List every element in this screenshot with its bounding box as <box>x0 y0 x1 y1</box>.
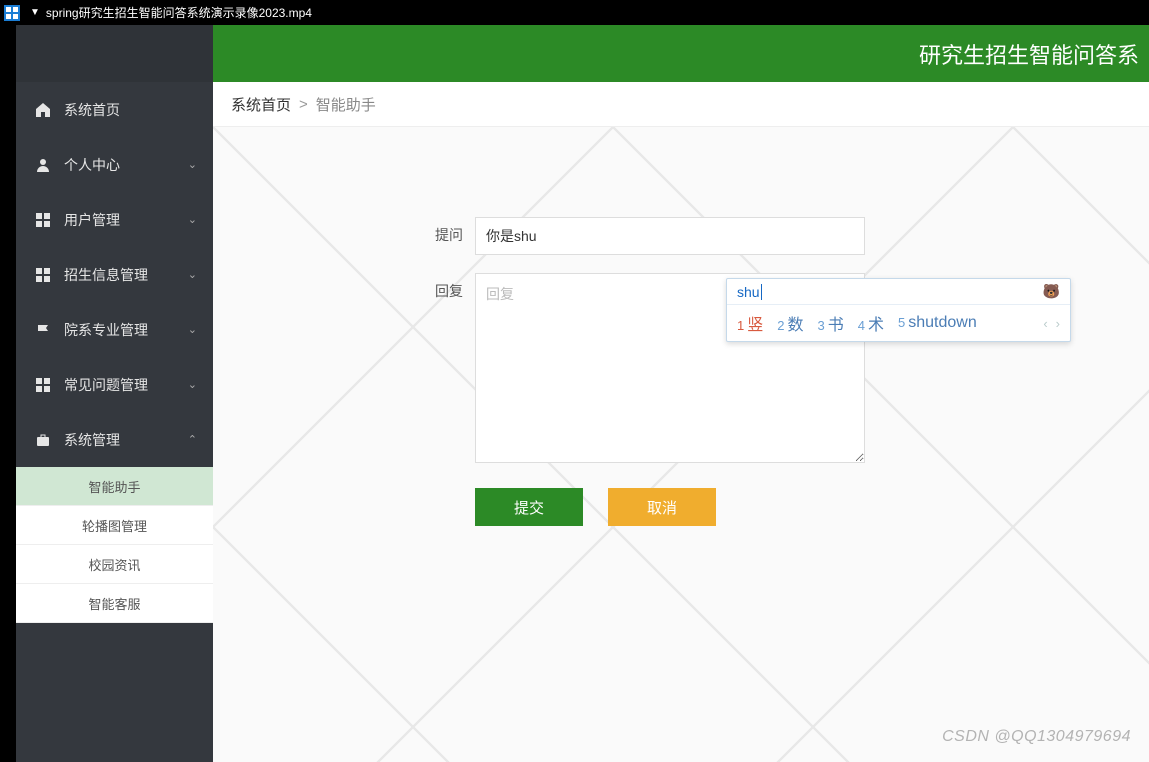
sidebar-item-personal[interactable]: 个人中心 ⌄ <box>16 137 213 192</box>
grid-icon <box>34 213 52 227</box>
ime-candidate-2[interactable]: 2数 <box>777 311 803 335</box>
ime-candidate-3[interactable]: 3书 <box>818 311 844 335</box>
breadcrumb-current: 智能助手 <box>316 94 376 115</box>
sidebar-item-users[interactable]: 用户管理 ⌄ <box>16 192 213 247</box>
submit-button[interactable]: 提交 <box>475 488 583 526</box>
chevron-down-icon: ⌄ <box>188 268 197 281</box>
sidebar-item-admission[interactable]: 招生信息管理 ⌄ <box>16 247 213 302</box>
ime-candidates: 1竖 2数 3书 4术 5shutdown ‹ › <box>727 305 1070 341</box>
content-area: 提问 回复 提交 取消 <box>213 127 1149 762</box>
sidebar-item-home[interactable]: 系统首页 <box>16 82 213 137</box>
header-title: 研究生招生智能问答系 <box>919 38 1139 70</box>
window-title: spring研究生招生智能问答系统演示录像2023.mp4 <box>46 4 312 21</box>
ime-typed-text: shu <box>737 284 762 300</box>
watermark: CSDN @QQ1304979694 <box>942 728 1131 746</box>
page-header: 研究生招生智能问答系 <box>213 25 1149 82</box>
flag-icon <box>34 323 52 337</box>
sidebar-item-label: 个人中心 <box>64 155 120 175</box>
sidebar-item-system[interactable]: 系统管理 ⌃ <box>16 412 213 467</box>
ime-candidate-4[interactable]: 4术 <box>858 311 884 335</box>
grid-icon <box>34 378 52 392</box>
chevron-down-icon: ⌄ <box>188 158 197 171</box>
submenu-item-carousel[interactable]: 轮播图管理 <box>16 506 213 545</box>
breadcrumb-root[interactable]: 系统首页 <box>231 94 291 115</box>
chevron-up-icon: ⌃ <box>188 433 197 446</box>
chevron-down-icon: ⌄ <box>188 323 197 336</box>
answer-label: 回复 <box>413 273 463 468</box>
ime-next-icon[interactable]: › <box>1056 316 1060 331</box>
ime-logo-icon: 🐻 <box>1043 283 1060 300</box>
main-area: 研究生招生智能问答系 系统首页 > 智能助手 提问 回复 提交 取消 <box>213 25 1149 762</box>
sidebar-submenu: 智能助手 轮播图管理 校园资讯 智能客服 <box>16 467 213 623</box>
titlebar-dropdown-icon[interactable]: ▼ <box>30 7 40 18</box>
app-icon <box>4 5 20 21</box>
sidebar-item-faq[interactable]: 常见问题管理 ⌄ <box>16 357 213 412</box>
sidebar-item-label: 招生信息管理 <box>64 265 148 285</box>
submenu-item-service[interactable]: 智能客服 <box>16 584 213 623</box>
sidebar-item-label: 系统首页 <box>64 100 120 120</box>
sidebar-logo-area <box>16 25 213 82</box>
question-input[interactable] <box>475 217 865 255</box>
ime-prev-icon[interactable]: ‹ <box>1043 316 1047 331</box>
cancel-button[interactable]: 取消 <box>608 488 716 526</box>
breadcrumb: 系统首页 > 智能助手 <box>213 82 1149 127</box>
ime-popup: shu 🐻 1竖 2数 3书 4术 5shutdown ‹ › <box>726 278 1071 342</box>
ime-candidate-5[interactable]: 5shutdown <box>898 314 977 332</box>
sidebar-item-departments[interactable]: 院系专业管理 ⌄ <box>16 302 213 357</box>
sidebar-item-label: 院系专业管理 <box>64 320 148 340</box>
sidebar-item-label: 系统管理 <box>64 430 120 450</box>
ime-candidate-1[interactable]: 1竖 <box>737 311 763 335</box>
home-icon <box>34 102 52 118</box>
submenu-item-news[interactable]: 校园资讯 <box>16 545 213 584</box>
submenu-item-assistant[interactable]: 智能助手 <box>16 467 213 506</box>
sidebar: 系统首页 个人中心 ⌄ 用户管理 ⌄ 招生信息管理 ⌄ 院系专业管理 ⌄ 常见问… <box>16 25 213 762</box>
chevron-down-icon: ⌄ <box>188 378 197 391</box>
sidebar-item-label: 用户管理 <box>64 210 120 230</box>
sidebar-item-label: 常见问题管理 <box>64 375 148 395</box>
user-icon <box>34 157 52 173</box>
chevron-down-icon: ⌄ <box>188 213 197 226</box>
breadcrumb-separator: > <box>299 96 308 113</box>
question-label: 提问 <box>413 217 463 255</box>
window-titlebar: ▼ spring研究生招生智能问答系统演示录像2023.mp4 <box>0 0 1149 25</box>
grid-icon <box>34 268 52 282</box>
briefcase-icon <box>34 433 52 447</box>
